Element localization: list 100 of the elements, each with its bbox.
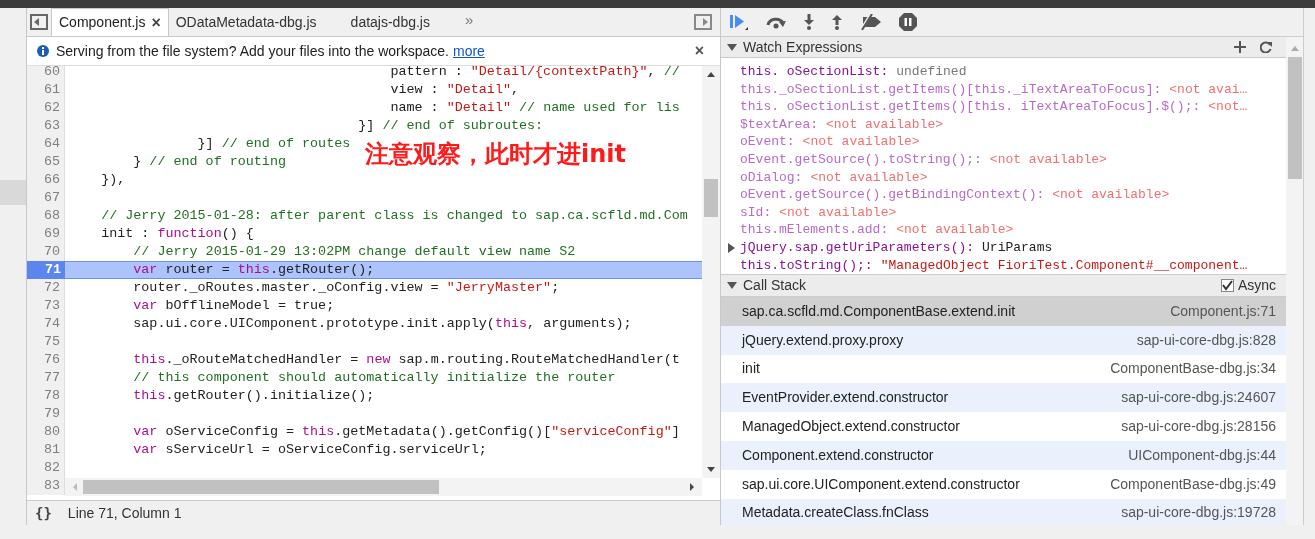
async-checkbox[interactable] — [1220, 279, 1234, 292]
source-location[interactable]: Component.js:71 — [1170, 300, 1276, 322]
step-into-icon[interactable] — [803, 14, 815, 30]
watch-value: <not available> — [802, 133, 920, 151]
line-number[interactable]: 76 — [27, 351, 65, 369]
file-tab[interactable]: ODataMetadata-dbg.js — [168, 8, 324, 36]
line-number[interactable]: 64 — [27, 135, 65, 153]
file-tab[interactable]: datajs-dbg.js — [343, 8, 437, 36]
code-line: }] // end of subroutes: — [357, 118, 544, 133]
watch-expression: this. oSectionList.getItems()[this. iTextAreaToFocus].$();: — [740, 98, 1201, 116]
expand-triangle-icon — [727, 282, 737, 289]
code-line: this._oRouteMatchedHandler = new sap.m.routing.RouteMatchedHandler(t — [132, 352, 680, 367]
watch-value: "ManagedObject FioriTest.Component#__component… — [880, 256, 1248, 274]
watch-value: <not available> — [1052, 186, 1170, 204]
watch-expression: this. oSectionList: — [740, 63, 889, 81]
line-number[interactable]: 81 — [27, 441, 65, 459]
source-location[interactable]: sap-ui-core-dbg.js:828 — [1136, 329, 1276, 351]
callstack-header[interactable]: Call Stack Async — [721, 275, 1286, 297]
pause-on-exceptions-icon[interactable] — [899, 13, 917, 31]
call-frame-row[interactable]: Metadata.createClass.fnClass sap-ui-core-dbg.js:19728 — [721, 498, 1286, 525]
line-number[interactable]: 62 — [27, 99, 65, 117]
watch-expression: oEvent.getSource().toString();: — [740, 150, 982, 169]
call-frame-row[interactable]: EventProvider.extend.constructor sap-ui-core-dbg.js:24607 — [721, 383, 1286, 413]
line-number[interactable]: 70 — [27, 243, 65, 261]
close-button[interactable]: × — [694, 39, 704, 63]
watch-header[interactable]: Watch Expressions — [721, 37, 1286, 58]
refresh-icon[interactable] — [1260, 41, 1272, 53]
expand-triangle-icon — [727, 43, 737, 51]
navigator-toggle-icon[interactable] — [30, 14, 48, 30]
info-icon — [37, 45, 49, 57]
code-line: view : "Detail", — [389, 82, 520, 97]
code-line: this.getRouter().initialize(); — [132, 388, 375, 403]
line-number[interactable]: 63 — [27, 117, 65, 135]
watch-value: UriParams — [982, 238, 1053, 257]
source-location[interactable]: ComponentBase-dbg.js:49 — [1110, 473, 1276, 495]
watch-value: <not available> — [896, 221, 1014, 239]
function-name: sap.ui.core.UIComponent.extend.constructor — [742, 474, 1020, 494]
line-number[interactable]: 66 — [27, 171, 65, 189]
call-frame-row[interactable]: sap.ca.scfld.md.ComponentBase.extend.init Component.js:71 — [721, 297, 1286, 326]
more-tabs-button[interactable]: » — [465, 8, 474, 31]
source-location[interactable]: sap-ui-core-dbg.js:24607 — [1121, 387, 1276, 409]
source-location[interactable]: sap-ui-core-dbg.js:19728 — [1121, 502, 1276, 524]
watch-value: undefined — [896, 63, 967, 81]
call-frame-row[interactable]: Component.extend.constructor UIComponent-dbg.js:44 — [721, 441, 1286, 470]
horizontal-scrollbar[interactable] — [65, 478, 702, 496]
line-number[interactable]: 77 — [27, 369, 65, 387]
code-line: }), — [100, 172, 126, 187]
watch-value: <not… — [1208, 98, 1248, 116]
line-number[interactable]: 60 — [27, 66, 65, 81]
annotation-text: 注意观察，此时才进init — [365, 139, 626, 170]
step-out-icon[interactable] — [831, 14, 843, 30]
line-number[interactable]: 82 — [27, 459, 65, 477]
resume-icon[interactable] — [729, 13, 749, 31]
line-number[interactable]: 72 — [27, 279, 65, 297]
function-name: jQuery.extend.proxy.proxy — [742, 330, 904, 350]
debugger-toggle-icon[interactable] — [694, 14, 712, 30]
line-number[interactable]: 61 — [27, 81, 65, 99]
function-name: EventProvider.extend.constructor — [742, 388, 949, 408]
code-line: init : function() { — [100, 226, 254, 241]
source-location[interactable]: UIComponent-dbg.js:44 — [1128, 444, 1276, 466]
vertical-scrollbar[interactable] — [702, 66, 720, 478]
line-number[interactable]: 74 — [27, 315, 65, 333]
source-location[interactable]: sap-ui-core-dbg.js:28156 — [1121, 416, 1276, 438]
line-number[interactable]: 69 — [27, 225, 65, 243]
line-number[interactable]: 79 — [27, 405, 65, 423]
deactivate-breakpoints-icon[interactable] — [859, 14, 883, 30]
line-number[interactable]: 71 — [27, 261, 65, 279]
close-tab-icon[interactable]: × — [151, 10, 161, 35]
more-link[interactable]: more — [452, 40, 485, 62]
expand-triangle-icon[interactable] — [728, 242, 735, 253]
call-frame-row[interactable]: jQuery.extend.proxy.proxy sap-ui-core-dbg.js:828 — [721, 325, 1286, 355]
code-line: // Jerry 2015-01-28: after parent class is changed to sap.ca.scfld.md.Com — [100, 208, 688, 223]
vertical-scrollbar[interactable] — [1286, 37, 1303, 525]
navigator-row-highlight — [0, 180, 26, 205]
code-line: pattern : "Detail/{contextPath}", // — [389, 66, 680, 79]
async-label: Async — [1237, 276, 1276, 295]
section-title: Call Stack — [743, 276, 807, 295]
line-number[interactable]: 83 — [27, 477, 65, 495]
watch-value: <not avai… — [1169, 80, 1248, 99]
watch-value: <not available> — [779, 203, 897, 222]
line-number[interactable]: 80 — [27, 423, 65, 441]
file-tab[interactable]: Component.js × — [51, 8, 169, 36]
pretty-print-button[interactable]: {} — [35, 502, 52, 524]
source-location[interactable]: ComponentBase-dbg.js:34 — [1110, 358, 1276, 380]
watch-expression: sId: — [740, 203, 772, 222]
watch-value: <not available> — [989, 150, 1107, 169]
line-number[interactable]: 78 — [27, 387, 65, 405]
line-number[interactable]: 75 — [27, 333, 65, 351]
watch-expression: oEvent.getSource().getBindingContext(): — [740, 186, 1045, 204]
info-message: Serving from the file system? Add your files into the workspace. — [56, 41, 449, 61]
line-number[interactable]: 65 — [27, 153, 65, 171]
add-icon[interactable] — [1234, 41, 1246, 53]
code-line: var sServiceUrl = oServiceConfig.serviceUrl; — [132, 442, 487, 457]
line-number[interactable]: 73 — [27, 297, 65, 315]
function-name: Metadata.createClass.fnClass — [742, 503, 929, 523]
line-number[interactable]: 67 — [27, 189, 65, 207]
function-name: ManagedObject.extend.constructor — [742, 417, 960, 437]
step-over-icon[interactable] — [765, 15, 787, 29]
code-line: } // end of routing — [132, 154, 286, 169]
line-number[interactable]: 68 — [27, 207, 65, 225]
